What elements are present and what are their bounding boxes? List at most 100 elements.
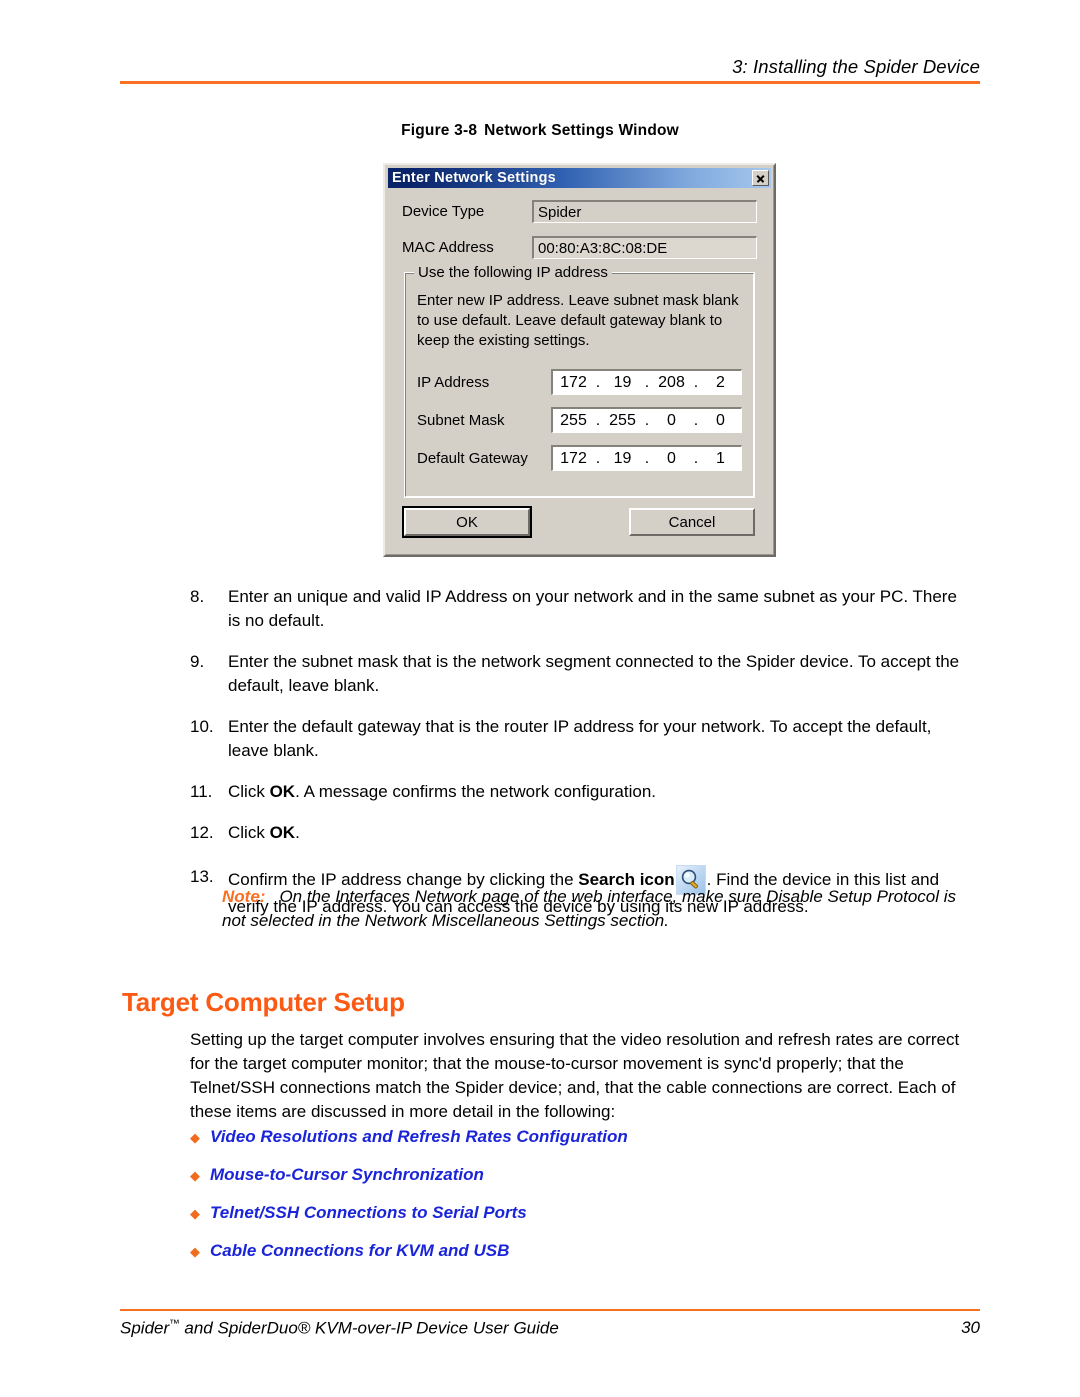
footer-rule (120, 1309, 980, 1311)
device-type-row: Device Type Spider (402, 200, 757, 223)
step-text: Click OK. (228, 821, 970, 845)
step-text-post: . A message confirms the network configu… (295, 782, 657, 801)
header-rule (120, 81, 980, 84)
ip-address-row: IP Address 172. 19. 208. 2 (417, 369, 742, 395)
subnet-mask-input[interactable]: 255. 255. 0. 0 (551, 407, 742, 433)
numbered-step-list: 8. Enter an unique and valid IP Address … (190, 585, 970, 936)
device-type-field[interactable]: Spider (532, 200, 757, 223)
step-text: Enter the default gateway that is the ro… (228, 717, 932, 760)
subnet-octet-3: 0 (667, 411, 676, 429)
close-icon[interactable] (752, 170, 769, 186)
cross-reference-link[interactable]: Telnet/SSH Connections to Serial Ports (210, 1201, 527, 1225)
list-item: ◆ Mouse-to-Cursor Synchronization (190, 1163, 628, 1188)
page-title: Target Computer Setup (122, 987, 405, 1017)
step-number: 10. (190, 717, 214, 736)
step-text-post: . (295, 823, 300, 842)
gateway-octet-3: 0 (667, 449, 676, 467)
ok-button[interactable]: OK (402, 506, 532, 538)
diamond-bullet-icon: ◆ (190, 1168, 200, 1183)
gateway-octet-4: 1 (716, 449, 725, 467)
step-number: 8. (190, 587, 205, 606)
ip-octet-2: 19 (613, 373, 632, 391)
list-item: 11. Click OK. A message confirms the net… (190, 780, 970, 804)
figure-title: Network Settings Window (484, 122, 679, 139)
diamond-bullet-icon: ◆ (190, 1206, 200, 1221)
dialog-title: Enter Network Settings (392, 170, 556, 186)
ip-address-input[interactable]: 172. 19. 208. 2 (551, 369, 742, 395)
groupbox-description: Enter new IP address. Leave subnet mask … (417, 292, 739, 349)
cancel-button[interactable]: Cancel (629, 508, 755, 536)
gateway-octet-1: 172 (560, 449, 587, 467)
subnet-octet-2: 255 (609, 411, 636, 429)
subnet-octet-4: 0 (716, 411, 725, 429)
step-text: Enter an unique and valid IP Address on … (228, 587, 957, 630)
mac-address-label: MAC Address (402, 239, 494, 256)
step-text: Click OK. A message confirms the network… (228, 780, 970, 804)
cross-reference-link[interactable]: Mouse-to-Cursor Synchronization (210, 1163, 484, 1187)
list-item: 9. Enter the subnet mask that is the net… (190, 650, 970, 698)
ip-address-groupbox: Use the following IP address Enter new I… (404, 264, 755, 498)
subnet-mask-row: Subnet Mask 255. 255. 0. 0 (417, 407, 742, 433)
cross-reference-link[interactable]: Video Resolutions and Refresh Rates Conf… (210, 1125, 628, 1149)
dialog-inner-frame: Enter Network Settings Device Type Spide… (385, 165, 774, 555)
dialog-body: Device Type Spider MAC Address 00:80:A3:… (388, 188, 771, 552)
step-text-pre: Click (228, 823, 270, 842)
mac-address-row: MAC Address 00:80:A3:8C:08:DE (402, 236, 757, 259)
dialog-titlebar[interactable]: Enter Network Settings (388, 168, 771, 188)
cross-reference-link[interactable]: Cable Connections for KVM and USB (210, 1239, 509, 1263)
note-label: Note: (222, 887, 266, 906)
ip-dot: . (693, 449, 699, 467)
step-emphasis: OK (269, 823, 296, 842)
subnet-octet-1: 255 (560, 411, 587, 429)
footer-title-pre: Spider (120, 1318, 170, 1338)
subnet-mask-label: Subnet Mask (417, 411, 505, 429)
footer-title: Spider™ and SpiderDuo® KVM-over-IP Devic… (120, 1318, 559, 1339)
list-item: ◆ Cable Connections for KVM and USB (190, 1239, 628, 1264)
list-item: 10. Enter the default gateway that is th… (190, 715, 970, 763)
gateway-octet-2: 19 (613, 449, 632, 467)
ip-dot: . (595, 373, 601, 391)
default-gateway-row: Default Gateway 172. 19. 0. 1 (417, 445, 742, 471)
figure-caption: Figure 3-8 Network Settings Window (0, 122, 1080, 140)
step-number: 12. (190, 823, 214, 842)
ip-octet-1: 172 (560, 373, 587, 391)
mac-address-field[interactable]: 00:80:A3:8C:08:DE (532, 236, 757, 259)
ip-dot: . (644, 373, 650, 391)
section-paragraph: Setting up the target computer involves … (190, 1030, 960, 1121)
trademark-symbol: ™ (169, 1318, 180, 1330)
network-settings-dialog: Enter Network Settings Device Type Spide… (383, 163, 776, 557)
step-emphasis: OK (269, 782, 296, 801)
step-text-pre: Click (228, 782, 270, 801)
diamond-bullet-icon: ◆ (190, 1130, 200, 1145)
step-text: Enter the subnet mask that is the networ… (228, 652, 960, 695)
groupbox-title: Use the following IP address (414, 264, 612, 281)
default-gateway-input[interactable]: 172. 19. 0. 1 (551, 445, 742, 471)
figure-label: Figure 3-8 (401, 122, 478, 139)
footer-title-post: and SpiderDuo® KVM-over-IP Device User G… (179, 1318, 559, 1338)
running-header: 3: Installing the Spider Device (732, 56, 980, 77)
page-number: 30 (961, 1318, 980, 1337)
note-text: On the Interfaces Network page of the we… (222, 887, 957, 930)
list-item: 12. Click OK. (190, 821, 970, 845)
default-gateway-label: Default Gateway (417, 449, 528, 467)
ip-dot: . (693, 411, 699, 429)
ip-dot: . (644, 449, 650, 467)
list-item: ◆ Video Resolutions and Refresh Rates Co… (190, 1125, 628, 1150)
list-item: 8. Enter an unique and valid IP Address … (190, 585, 970, 633)
diamond-bullet-icon: ◆ (190, 1244, 200, 1259)
step-number: 9. (190, 652, 205, 671)
cross-reference-list: ◆ Video Resolutions and Refresh Rates Co… (190, 1125, 628, 1277)
document-page: 3: Installing the Spider Device Figure 3… (0, 0, 1080, 1397)
ip-dot: . (595, 411, 601, 429)
dialog-button-row: OK Cancel (402, 502, 757, 540)
ip-dot: . (595, 449, 601, 467)
device-type-label: Device Type (402, 203, 485, 220)
ip-dot: . (693, 373, 699, 391)
ip-octet-3: 208 (658, 373, 685, 391)
ip-dot: . (644, 411, 650, 429)
ip-address-label: IP Address (417, 373, 490, 391)
list-item: ◆ Telnet/SSH Connections to Serial Ports (190, 1201, 628, 1226)
ip-octet-4: 2 (716, 373, 725, 391)
step-number: 11. (190, 782, 213, 801)
note-block: Note: On the Interfaces Network page of t… (222, 885, 970, 933)
